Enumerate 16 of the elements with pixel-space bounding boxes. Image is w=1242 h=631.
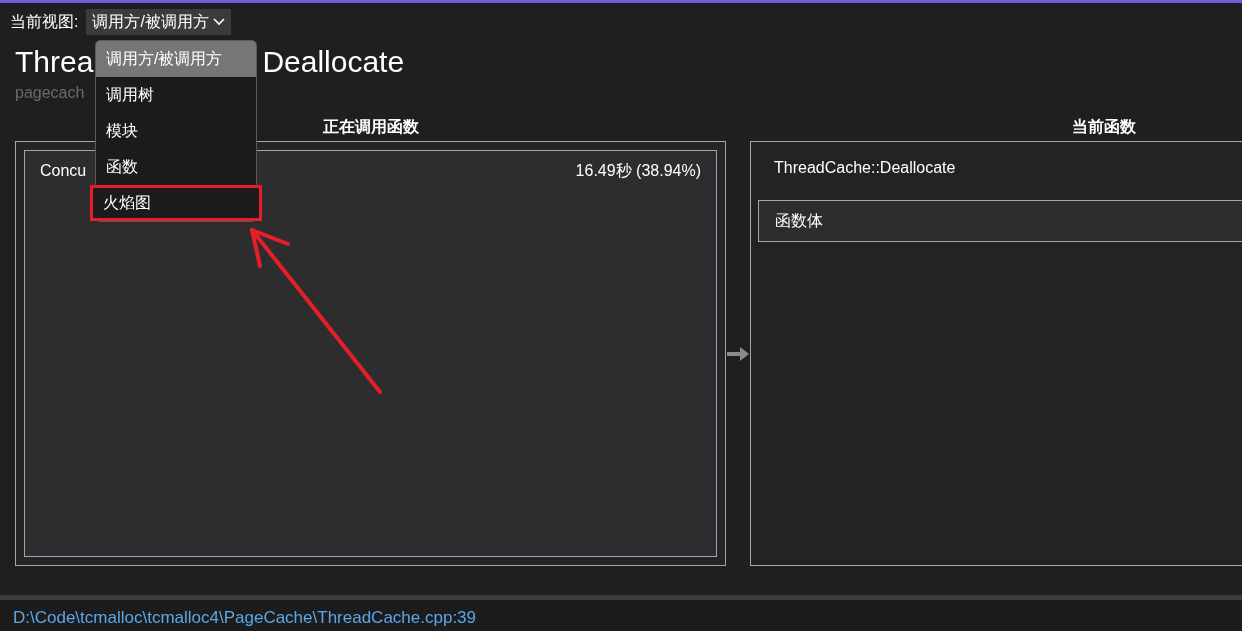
file-path-link[interactable]: D:\Code\tcmalloc\tcmalloc4\PageCache\ThreadCache.cpp:39 <box>13 604 477 631</box>
menu-item[interactable]: 调用方/被调用方 <box>96 41 256 77</box>
current-function-name: ThreadCache::Deallocate <box>774 159 956 176</box>
menu-item[interactable]: 火焰图 <box>90 185 262 221</box>
page-title: Threa <box>15 44 94 80</box>
page-title: Deallocate <box>262 44 405 80</box>
view-dropdown[interactable]: 调用方/被调用方 <box>86 8 231 35</box>
arrow-right-icon <box>727 346 749 361</box>
function-time: 16.49秒 (38.94%) <box>575 161 701 181</box>
function-name: Concu <box>40 161 87 181</box>
section-heading: 正在调用函数 <box>322 117 419 137</box>
section-heading: 当前函数 <box>1072 117 1136 137</box>
chevron-down-icon <box>212 17 225 26</box>
page-subtitle: pagecach <box>15 84 85 101</box>
function-body-block[interactable]: 函数体 <box>758 200 1242 242</box>
view-label: 当前视图: <box>10 11 79 32</box>
